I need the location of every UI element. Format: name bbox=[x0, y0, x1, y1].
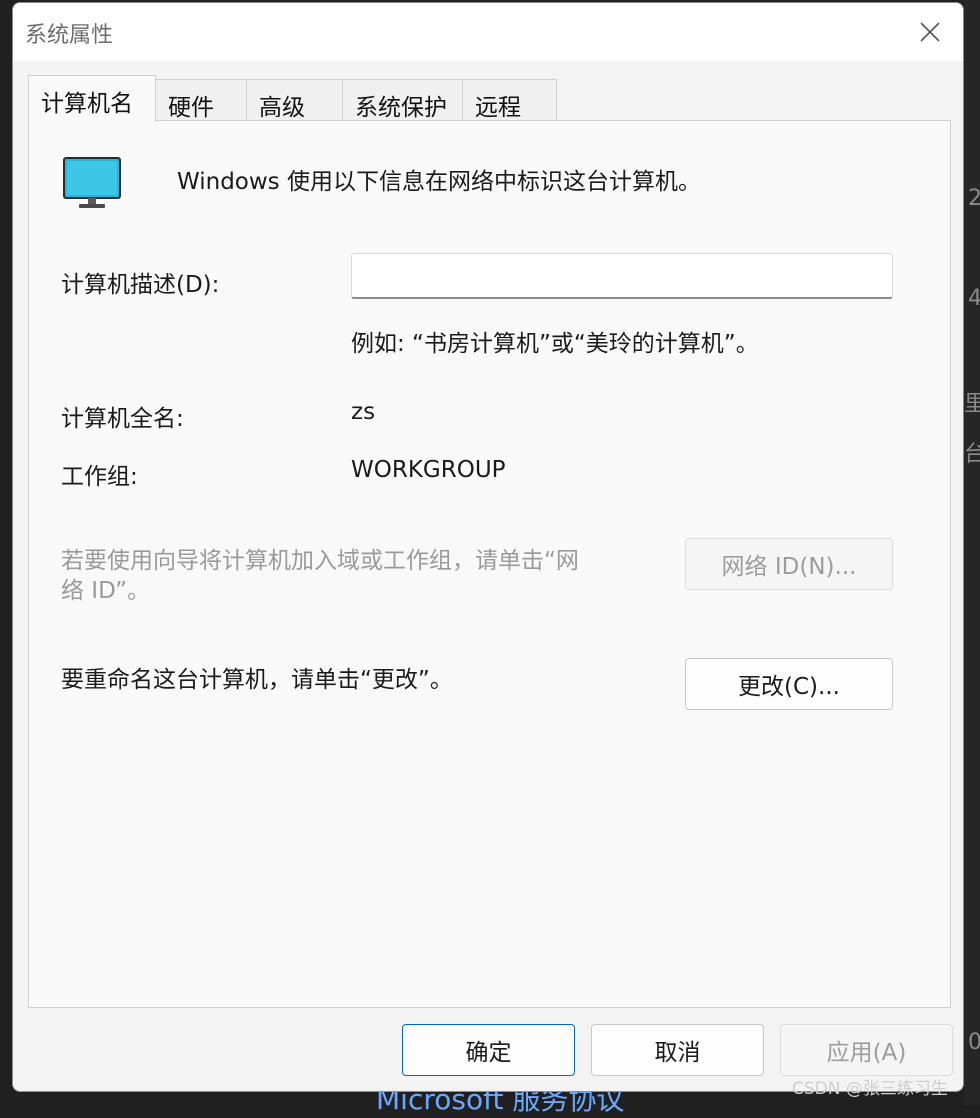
background-fragment: 0 bbox=[968, 1030, 980, 1055]
change-button[interactable]: 更改(C)... bbox=[685, 658, 893, 710]
tab-computer-name[interactable]: 计算机名 bbox=[28, 75, 156, 122]
computer-monitor-icon bbox=[63, 157, 121, 208]
intro-text: Windows 使用以下信息在网络中标识这台计算机。 bbox=[177, 169, 701, 195]
close-icon bbox=[920, 22, 940, 42]
background-fragment: 里 bbox=[964, 392, 980, 417]
tab-label: 系统保护 bbox=[355, 95, 447, 121]
tab-hardware[interactable]: 硬件 bbox=[155, 79, 247, 121]
tab-remote[interactable]: 远程 bbox=[462, 79, 557, 121]
system-properties-dialog: 系统属性 计算机名 硬件 高级 系统保护 远程 Windows 使用以下信息在网… bbox=[12, 2, 964, 1092]
window-title: 系统属性 bbox=[25, 23, 114, 48]
domain-hint-line2: 络 ID”。 bbox=[61, 578, 151, 604]
tab-strip: 计算机名 硬件 高级 系统保护 远程 bbox=[28, 75, 558, 122]
ok-button[interactable]: 确定 bbox=[402, 1024, 575, 1076]
background-fragment: 2 bbox=[968, 186, 980, 211]
tab-label: 计算机名 bbox=[41, 91, 133, 117]
example-text: 例如: “书房计算机”或“美玲的计算机”。 bbox=[351, 331, 759, 357]
tab-system-protection[interactable]: 系统保护 bbox=[342, 79, 463, 121]
workgroup-label: 工作组: bbox=[61, 464, 138, 490]
title-bar: 系统属性 bbox=[13, 3, 963, 61]
computer-name-panel: Windows 使用以下信息在网络中标识这台计算机。 计算机描述(D): 例如:… bbox=[28, 120, 951, 1008]
tab-label: 远程 bbox=[475, 95, 521, 121]
cancel-button[interactable]: 取消 bbox=[591, 1024, 764, 1076]
description-label: 计算机描述(D): bbox=[61, 272, 220, 298]
background-fragment: 台 bbox=[964, 442, 980, 467]
rename-hint: 要重命名这台计算机，请单击“更改”。 bbox=[61, 667, 453, 693]
tab-advanced[interactable]: 高级 bbox=[246, 79, 343, 121]
background-window-edge bbox=[964, 0, 980, 1105]
computer-description-input[interactable] bbox=[351, 253, 893, 299]
domain-hint-line1: 若要使用向导将计算机加入域或工作组，请单击“网 bbox=[61, 548, 579, 574]
watermark-text: CSDN @张三练习生 bbox=[792, 1079, 948, 1099]
apply-button[interactable]: 应用(A) bbox=[780, 1024, 953, 1076]
background-fragment: 4 bbox=[968, 286, 980, 311]
tab-label: 高级 bbox=[259, 95, 305, 121]
tab-label: 硬件 bbox=[168, 95, 214, 121]
workgroup-value: WORKGROUP bbox=[351, 457, 506, 483]
full-name-value: zs bbox=[351, 399, 376, 425]
close-button[interactable] bbox=[913, 15, 947, 49]
network-id-button[interactable]: 网络 ID(N)... bbox=[685, 538, 893, 590]
full-name-label: 计算机全名: bbox=[61, 406, 184, 432]
